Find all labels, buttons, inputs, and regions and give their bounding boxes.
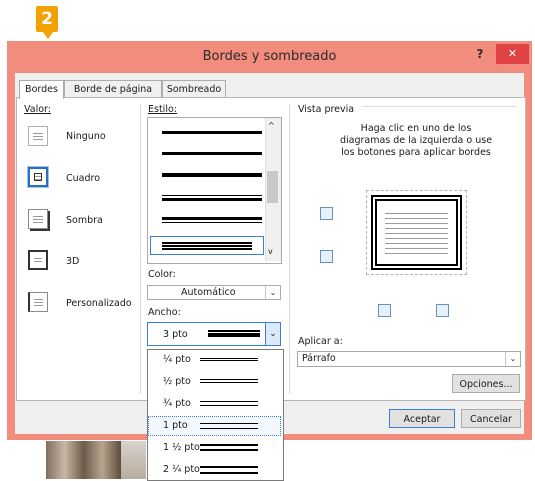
width-option-selected[interactable]: 1 pto bbox=[148, 416, 281, 436]
width-option-label: ¾ pto bbox=[163, 398, 191, 409]
left-border-button-icon[interactable] bbox=[378, 304, 391, 317]
apply-to-dropdown-arrow-icon[interactable]: ⌄ bbox=[505, 352, 520, 366]
setting-3d-label[interactable]: 3D bbox=[66, 256, 79, 267]
color-value: Automático bbox=[181, 287, 236, 298]
color-combobox[interactable]: Automático ⌄ bbox=[147, 285, 281, 300]
color-dropdown-arrow-icon[interactable]: ⌄ bbox=[265, 286, 280, 299]
apply-to-value: Párrafo bbox=[302, 353, 336, 364]
style-label: Estilo: bbox=[148, 104, 177, 115]
background-photo-edge bbox=[121, 441, 146, 479]
preview-guides bbox=[366, 190, 467, 275]
tab-shading[interactable]: Sombreado bbox=[162, 80, 226, 98]
options-button[interactable]: Opciones... bbox=[452, 374, 520, 393]
right-border-button-icon[interactable] bbox=[436, 304, 449, 317]
cancel-button[interactable]: Cancelar bbox=[461, 409, 521, 428]
width-option-label: ¼ pto bbox=[163, 354, 191, 365]
preview-rule bbox=[362, 106, 517, 107]
width-option-label: 2 ¼ pto bbox=[163, 464, 200, 475]
width-option-label: 1 ½ pto bbox=[163, 442, 200, 453]
preview-instructions: Haga clic en uno de los diagramas de la … bbox=[339, 123, 493, 158]
width-dropdown-arrow-icon[interactable]: ⌄ bbox=[265, 323, 280, 345]
help-button[interactable]: ? bbox=[470, 44, 490, 64]
width-option[interactable]: 2 ¼ pto bbox=[148, 460, 281, 480]
width-dropdown-list[interactable]: ¼ pto ½ pto ¾ pto 1 pto 1 ½ pto 2 ¼ pto bbox=[147, 349, 284, 481]
column-divider-2 bbox=[289, 104, 290, 394]
tab-borders[interactable]: Bordes bbox=[19, 80, 64, 99]
style-option-thick[interactable] bbox=[162, 173, 262, 177]
style-option-solid[interactable] bbox=[162, 131, 262, 134]
width-option[interactable]: 1 ½ pto bbox=[148, 438, 281, 458]
style-option-selected[interactable] bbox=[150, 236, 264, 255]
width-option-label: ½ pto bbox=[163, 376, 191, 387]
setting-shadow-icon[interactable] bbox=[28, 209, 48, 229]
width-label: Ancho: bbox=[148, 307, 181, 318]
color-label: Color: bbox=[148, 269, 176, 280]
ok-button[interactable]: Aceptar bbox=[389, 409, 455, 428]
width-combobox[interactable]: 3 pto ⌄ bbox=[147, 322, 281, 346]
setting-none-label[interactable]: Ninguno bbox=[66, 131, 106, 142]
setting-none-icon[interactable] bbox=[28, 126, 48, 146]
width-option-label: 1 pto bbox=[163, 420, 188, 431]
setting-box-icon[interactable] bbox=[27, 166, 49, 188]
setting-3d-icon[interactable] bbox=[28, 250, 48, 270]
column-divider-1 bbox=[140, 104, 141, 394]
style-option-solid-2[interactable] bbox=[162, 152, 262, 155]
style-scrollbar-thumb[interactable] bbox=[267, 171, 278, 203]
style-listbox[interactable] bbox=[147, 117, 282, 264]
tab-borders-label: Bordes bbox=[25, 84, 58, 95]
apply-to-combobox[interactable]: Párrafo ⌄ bbox=[297, 351, 521, 367]
preview-label: Vista previa bbox=[298, 104, 355, 115]
width-option[interactable]: ¼ pto bbox=[148, 350, 281, 370]
top-border-button-icon[interactable] bbox=[320, 207, 333, 220]
tab-shading-label: Sombreado bbox=[166, 84, 222, 95]
width-option[interactable]: ¾ pto bbox=[148, 394, 281, 414]
setting-custom-icon[interactable] bbox=[28, 292, 48, 312]
setting-box-label[interactable]: Cuadro bbox=[66, 173, 100, 184]
setting-custom-label[interactable]: Personalizado bbox=[66, 298, 132, 309]
background-photo bbox=[46, 441, 121, 479]
width-value: 3 pto bbox=[163, 329, 188, 340]
dialog-title: Bordes y sombreado bbox=[202, 49, 337, 64]
tab-page-border-label: Borde de página bbox=[73, 84, 153, 95]
setting-label: Valor: bbox=[24, 104, 51, 115]
scroll-up-arrow-icon[interactable]: ^ bbox=[268, 121, 275, 130]
close-button[interactable]: ✕ bbox=[496, 44, 529, 64]
style-option-thick-thin[interactable] bbox=[162, 217, 262, 223]
apply-to-label: Aplicar a: bbox=[298, 336, 343, 347]
setting-shadow-label[interactable]: Sombra bbox=[66, 215, 103, 226]
tab-page-border[interactable]: Borde de página bbox=[64, 80, 162, 98]
middle-border-button-icon[interactable] bbox=[320, 250, 333, 263]
scroll-down-arrow-icon[interactable]: v bbox=[268, 247, 273, 256]
step-badge: 2 bbox=[36, 6, 58, 39]
style-option-thin-thick[interactable] bbox=[162, 195, 262, 201]
width-option[interactable]: ½ pto bbox=[148, 372, 281, 392]
